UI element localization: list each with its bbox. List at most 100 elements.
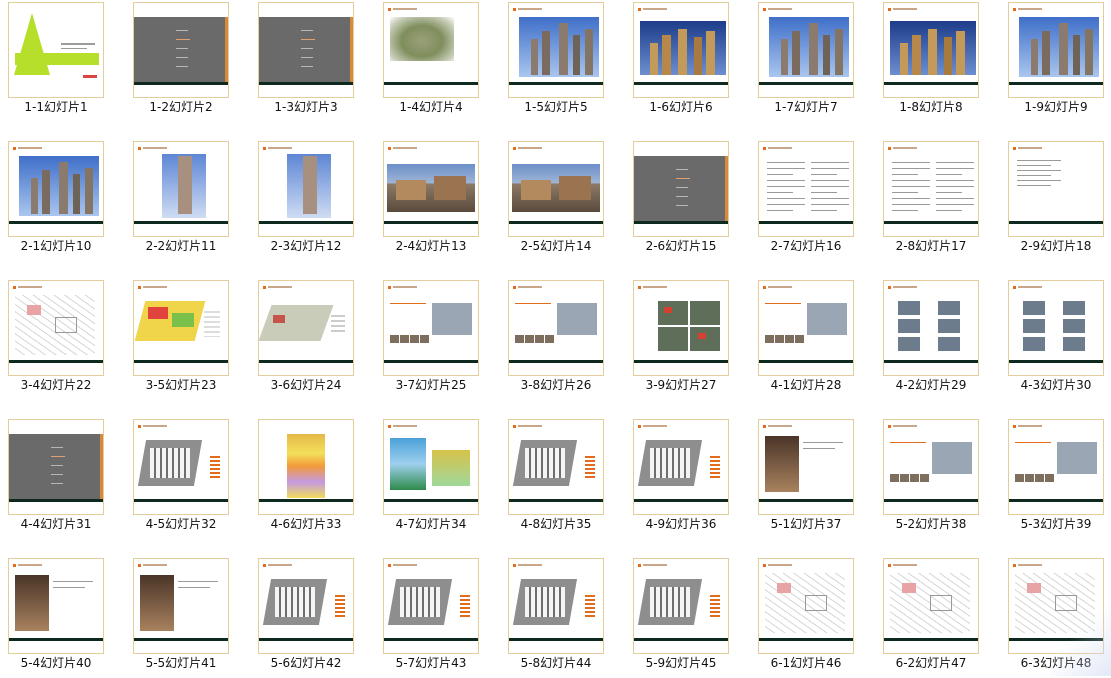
slide-preview[interactable] (8, 141, 104, 237)
slide-preview[interactable] (883, 419, 979, 515)
slide-preview[interactable] (8, 280, 104, 376)
slide-thumbnail[interactable]: 3-9幻灯片27 (633, 280, 729, 400)
slide-preview[interactable] (758, 141, 854, 237)
slide-preview[interactable] (508, 2, 604, 98)
slide-thumbnail[interactable]: 2-9幻灯片18 (1008, 141, 1104, 261)
slide-thumbnail[interactable]: 1-2幻灯片2 (133, 2, 229, 122)
slide-thumbnail[interactable]: 2-3幻灯片12 (258, 141, 354, 261)
slide-thumbnail[interactable]: 4-1幻灯片28 (758, 280, 854, 400)
slide-thumbnail[interactable]: 4-4幻灯片31 (8, 419, 104, 539)
slide-preview[interactable] (383, 419, 479, 515)
slide-thumbnail[interactable]: 1-6幻灯片6 (633, 2, 729, 122)
slide-preview[interactable] (133, 558, 229, 654)
slide-thumbnail[interactable]: 6-2幻灯片47 (883, 558, 979, 678)
slide-preview[interactable] (883, 141, 979, 237)
menu-panel (9, 434, 103, 501)
slide-thumbnail[interactable]: 2-1幻灯片10 (8, 141, 104, 261)
slide-thumbnail[interactable]: 2-8幻灯片17 (883, 141, 979, 261)
slide-preview[interactable] (8, 558, 104, 654)
slide-preview[interactable] (633, 280, 729, 376)
header-title (518, 147, 542, 149)
slide-thumbnail[interactable]: 1-1幻灯片1 (8, 2, 104, 122)
slide-thumbnail[interactable]: 5-8幻灯片44 (508, 558, 604, 678)
slide-preview[interactable] (508, 141, 604, 237)
slide-preview[interactable] (883, 2, 979, 98)
slide-thumbnail[interactable]: 4-5幻灯片32 (133, 419, 229, 539)
slide-preview[interactable] (883, 280, 979, 376)
slide-preview[interactable] (383, 141, 479, 237)
slide-thumbnail[interactable]: 1-3幻灯片3 (258, 2, 354, 122)
slide-preview[interactable] (133, 2, 229, 98)
slide-caption: 5-1幻灯片37 (770, 517, 842, 531)
slide-preview[interactable] (383, 558, 479, 654)
slide-thumbnail[interactable]: 2-4幻灯片13 (383, 141, 479, 261)
slide-thumbnail[interactable]: 4-7幻灯片34 (383, 419, 479, 539)
slide-thumbnail[interactable]: 3-7幻灯片25 (383, 280, 479, 400)
slide-thumbnail[interactable]: 2-2幻灯片11 (133, 141, 229, 261)
slide-preview[interactable] (633, 419, 729, 515)
slide-thumbnail[interactable]: 3-5幻灯片23 (133, 280, 229, 400)
slide-thumbnail[interactable]: 5-4幻灯片40 (8, 558, 104, 678)
slide-preview[interactable] (133, 280, 229, 376)
slide-thumbnail[interactable]: 3-4幻灯片22 (8, 280, 104, 400)
slide-preview[interactable] (258, 419, 354, 515)
slide-thumbnail[interactable]: 4-6幻灯片33 (258, 419, 354, 539)
slide-thumbnail[interactable]: 5-2幻灯片38 (883, 419, 979, 539)
slide-thumbnail[interactable]: 4-9幻灯片36 (633, 419, 729, 539)
slide-preview[interactable] (383, 2, 479, 98)
slide-preview[interactable] (758, 2, 854, 98)
slide-thumbnail[interactable]: 5-6幻灯片42 (258, 558, 354, 678)
slide-preview[interactable] (133, 419, 229, 515)
slide-thumbnail[interactable]: 5-1幻灯片37 (758, 419, 854, 539)
slide-preview[interactable] (1008, 2, 1104, 98)
slide-thumbnail[interactable]: 5-5幻灯片41 (133, 558, 229, 678)
slide-preview[interactable] (258, 280, 354, 376)
slide-thumbnail[interactable]: 3-6幻灯片24 (258, 280, 354, 400)
slide-preview[interactable] (258, 141, 354, 237)
slide-thumbnail[interactable]: 2-5幻灯片14 (508, 141, 604, 261)
slide-preview[interactable] (258, 558, 354, 654)
slide-thumbnail[interactable]: 4-2幻灯片29 (883, 280, 979, 400)
slide-preview[interactable] (133, 141, 229, 237)
plan-map (259, 305, 334, 341)
slide-thumbnail[interactable]: 6-1幻灯片46 (758, 558, 854, 678)
slide-thumbnail[interactable]: 1-7幻灯片7 (758, 2, 854, 122)
slide-preview[interactable] (383, 280, 479, 376)
menu-item (51, 474, 63, 475)
slide-preview[interactable] (258, 2, 354, 98)
header-title (143, 425, 167, 427)
slide-thumbnail[interactable]: 1-5幻灯片5 (508, 2, 604, 122)
slide-thumbnail[interactable]: 1-9幻灯片9 (1008, 2, 1104, 122)
slide-thumbnail[interactable]: 4-3幻灯片30 (1008, 280, 1104, 400)
footer-bar (759, 82, 853, 85)
slide-thumbnail[interactable]: 5-3幻灯片39 (1008, 419, 1104, 539)
slide-preview[interactable] (633, 2, 729, 98)
slide-preview[interactable] (508, 280, 604, 376)
slide-preview[interactable] (633, 141, 729, 237)
slide-preview[interactable] (1008, 141, 1104, 237)
slide-preview[interactable] (508, 558, 604, 654)
slide-preview[interactable] (633, 558, 729, 654)
menu-panel (634, 156, 728, 223)
slide-thumbnail[interactable]: 5-9幻灯片45 (633, 558, 729, 678)
slide-thumbnail[interactable]: 2-6幻灯片15 (633, 141, 729, 261)
slide-preview[interactable] (883, 558, 979, 654)
text-line (892, 204, 930, 205)
slide-thumbnail[interactable]: 4-8幻灯片35 (508, 419, 604, 539)
slide-preview[interactable] (1008, 419, 1104, 515)
slide-preview[interactable] (8, 2, 104, 98)
slide-thumbnail[interactable]: 5-7幻灯片43 (383, 558, 479, 678)
slide-preview[interactable] (758, 419, 854, 515)
header-title (893, 564, 917, 566)
slide-preview[interactable] (758, 558, 854, 654)
slide-thumbnail[interactable]: 3-8幻灯片26 (508, 280, 604, 400)
slide-preview[interactable] (758, 280, 854, 376)
slide-preview[interactable] (1008, 280, 1104, 376)
slide-thumbnail[interactable]: 1-4幻灯片4 (383, 2, 479, 122)
slide-preview[interactable] (8, 419, 104, 515)
header-marker (513, 564, 516, 567)
slide-preview[interactable] (508, 419, 604, 515)
slide-thumbnail[interactable]: 1-8幻灯片8 (883, 2, 979, 122)
slide-thumbnail[interactable]: 2-7幻灯片16 (758, 141, 854, 261)
cover-logo-shape (14, 13, 50, 75)
